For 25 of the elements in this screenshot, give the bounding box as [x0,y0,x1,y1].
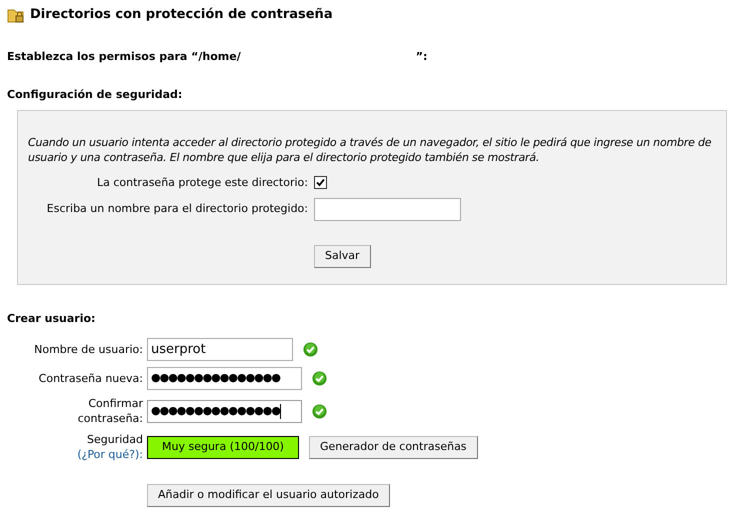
check-icon [303,342,318,357]
add-user-button[interactable]: Añadir o modificar el usuario autorizado [147,484,390,506]
page-title: Directorios con protección de contraseña [30,6,333,24]
field-label: Confirmar contraseña: [76,396,143,426]
protect-label: La contraseña protege este directorio: [96,174,308,190]
text-field[interactable]: userprot [147,338,293,361]
check-icon [312,404,327,418]
security-description: Cuando un usuario intenta acceder al directorio protegido a través de un navegador, el sitio le pedirá que ingrese un nombre de usuario y una contraseña. El nombre que elija para el directorio protegido también se mostrará. [28,134,712,164]
strength-label: Seguridad (¿Por qué?): [76,432,143,462]
text-field[interactable]: ●●●●●●●●●●●●●●● [147,400,302,422]
strength-reading: Muy segura (100/100) [161,438,285,455]
permissions-heading-end: ”: [416,48,428,64]
field-label: Nombre de usuario: [33,342,143,357]
save-button[interactable]: Salvar [314,245,371,268]
permissions-heading: Establezca los permisos para “/home/ [7,48,241,64]
why-link[interactable]: (¿Por qué?): [77,448,143,461]
directory-name-field[interactable] [314,198,461,221]
section-heading: Configuración de seguridad: [7,87,184,103]
protect-checkbox[interactable] [314,176,327,190]
section-heading: Crear usuario: [7,310,96,326]
field-label: Contraseña nueva: [38,371,143,386]
password-generator-button[interactable]: Generador de contraseñas [309,436,478,458]
check-icon [312,371,327,386]
text-field[interactable]: ●●●●●●●●●●●●●●● [147,367,302,390]
directory-name-label: Escriba un nombre para el directorio protegido: [46,201,308,218]
